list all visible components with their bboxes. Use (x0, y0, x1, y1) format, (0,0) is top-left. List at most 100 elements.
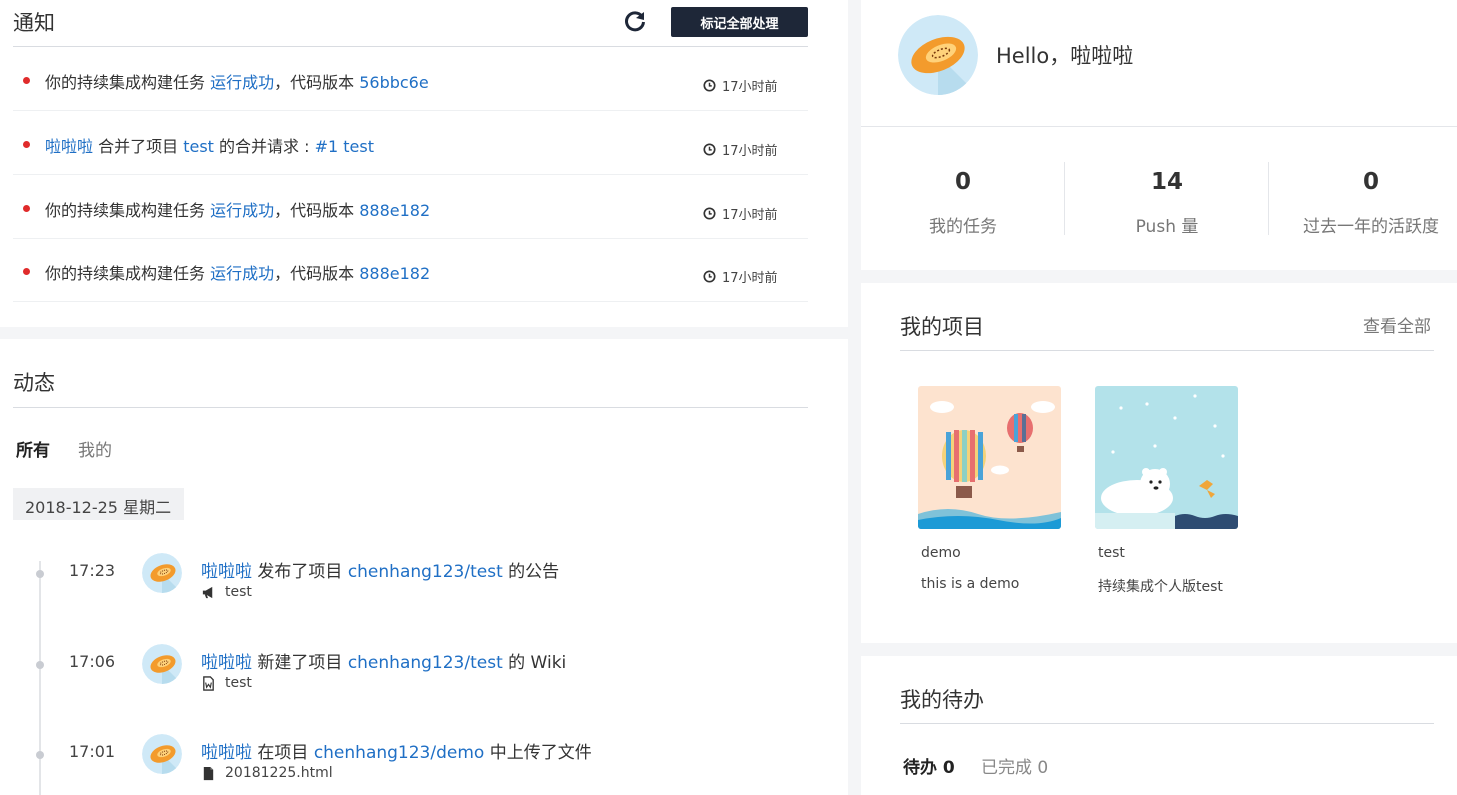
projects-panel: 我的项目 查看全部 demo this is a demo test 持续集成个… (861, 283, 1457, 643)
activity-suffix: 的 Wiki (502, 653, 567, 673)
notification-time: 17小时前 (703, 140, 778, 159)
stat-tasks[interactable]: 0 我的任务 (861, 127, 1065, 270)
balloon-illustration-icon (918, 386, 1061, 529)
notification-item[interactable]: 你的持续集成构建任务 运行成功，代码版本 888e182 17小时前 (13, 238, 808, 302)
clock-icon (703, 270, 716, 283)
polar-bear-illustration-icon (1095, 386, 1238, 529)
avatar[interactable] (142, 553, 182, 593)
project-name: demo (921, 545, 961, 561)
build-status-link[interactable]: 运行成功 (210, 73, 274, 92)
merge-request-link[interactable]: #1 test (315, 137, 374, 156)
project-thumbnail (1095, 386, 1238, 529)
stat-value: 0 (1362, 169, 1379, 195)
notification-time-text: 17小时前 (722, 208, 778, 223)
activity-detail-text: test (225, 584, 252, 600)
activity-detail-text: 20181225.html (225, 765, 333, 781)
stat-label: Push 量 (1135, 217, 1199, 237)
project-link[interactable]: chenhang123/test (348, 562, 503, 582)
commit-link[interactable]: 56bbc6e (359, 73, 429, 92)
notification-item[interactable]: 你的持续集成构建任务 运行成功，代码版本 888e182 17小时前 (13, 175, 808, 239)
user-link[interactable]: 啦啦啦 (45, 137, 93, 156)
user-link[interactable]: 啦啦啦 (201, 743, 252, 763)
commit-link[interactable]: 888e182 (359, 201, 430, 220)
unread-dot (23, 268, 30, 275)
project-link[interactable]: chenhang123/demo (314, 743, 485, 763)
greeting: Hello，啦啦啦 (996, 44, 1134, 68)
refresh-icon[interactable] (622, 8, 648, 34)
project-description: this is a demo (921, 576, 1020, 592)
avatar[interactable] (898, 15, 978, 95)
activity-action: 新建了项目 (252, 653, 348, 673)
profile-panel: Hello，啦啦啦 (861, 0, 1457, 127)
notification-text: 你的持续集成构建任务 运行成功，代码版本 888e182 (45, 260, 430, 284)
activity-text: 啦啦啦 发布了项目 chenhang123/test 的公告 (201, 557, 559, 582)
activity-time: 17:23 (69, 561, 116, 580)
activity-suffix: 中上传了文件 (484, 743, 592, 763)
unread-dot (23, 141, 30, 148)
notification-time-text: 17小时前 (722, 271, 778, 286)
activity-item: 17:01 啦啦啦 在项目 chenhang123/demo 中上传了文件 20… (0, 734, 848, 795)
view-all-link[interactable]: 查看全部 (1363, 312, 1431, 337)
tab-mine[interactable]: 我的 (78, 436, 112, 461)
stat-value: 14 (1150, 169, 1183, 195)
notification-mid: ，代码版本 (274, 201, 360, 220)
notification-time: 17小时前 (703, 204, 778, 223)
project-thumbnail (918, 386, 1061, 529)
project-card-test[interactable]: test 持续集成个人版test (1095, 386, 1238, 606)
notification-item[interactable]: 啦啦啦 合并了项目 test 的合并请求 : #1 test 17小时前 (13, 111, 808, 175)
notification-item[interactable]: 你的持续集成构建任务 运行成功，代码版本 56bbc6e 17小时前 (13, 47, 808, 111)
commit-link[interactable]: 888e182 (359, 264, 430, 283)
project-link[interactable]: chenhang123/test (348, 653, 503, 673)
unread-dot (23, 205, 30, 212)
mark-all-read-button[interactable]: 标记全部处理 (671, 7, 808, 37)
activity-suffix: 的公告 (502, 562, 560, 582)
stat-activity[interactable]: 0 过去一年的活跃度 (1269, 127, 1457, 270)
activity-item: 17:23 啦啦啦 发布了项目 chenhang123/test 的公告 tes… (0, 553, 848, 623)
avatar[interactable] (142, 734, 182, 774)
notification-time: 17小时前 (703, 267, 778, 286)
notification-time: 17小时前 (703, 76, 778, 95)
tab-pending[interactable]: 待办 0 (903, 753, 955, 778)
megaphone-icon (202, 586, 213, 598)
todo-title: 我的待办 (900, 688, 984, 712)
notification-text: 你的持续集成构建任务 运行成功，代码版本 56bbc6e (45, 69, 429, 93)
tab-completed[interactable]: 已完成 0 (981, 753, 1048, 778)
activity-action: 在项目 (252, 743, 314, 763)
activity-action: 发布了项目 (252, 562, 348, 582)
notification-prefix: 合并了项目 (93, 137, 184, 156)
tab-all[interactable]: 所有 (16, 436, 50, 461)
user-link[interactable]: 啦啦啦 (201, 653, 252, 673)
activity-time: 17:01 (69, 742, 116, 761)
stats-panel: 0 我的任务 14 Push 量 0 过去一年的活跃度 (861, 127, 1457, 270)
notification-mid: ，代码版本 (274, 73, 360, 92)
divider (13, 407, 808, 408)
stat-label: 我的任务 (929, 217, 997, 237)
activity-detail-text: test (225, 675, 252, 691)
project-name: test (1098, 545, 1125, 561)
divider (900, 350, 1434, 351)
activity-time: 17:06 (69, 652, 116, 671)
activity-text: 啦啦啦 新建了项目 chenhang123/test 的 Wiki (201, 648, 566, 673)
unread-dot (23, 77, 30, 84)
stat-push[interactable]: 14 Push 量 (1065, 127, 1269, 270)
project-link[interactable]: test (183, 137, 214, 156)
avatar[interactable] (142, 644, 182, 684)
clock-icon (703, 143, 716, 156)
activity-title: 动态 (13, 371, 55, 395)
user-link[interactable]: 啦啦啦 (201, 562, 252, 582)
activity-panel: 动态 所有 我的 2018-12-25 星期二 17:23 啦啦啦 发布了项目 … (0, 339, 848, 795)
activity-item: 17:06 啦啦啦 新建了项目 chenhang123/test 的 Wiki … (0, 644, 848, 714)
todo-panel: 我的待办 待办 0 已完成 0 (861, 656, 1457, 795)
stat-value: 0 (954, 169, 971, 195)
project-card-demo[interactable]: demo this is a demo (918, 386, 1061, 606)
clock-icon (703, 207, 716, 220)
timeline-dot (36, 751, 44, 759)
activity-text: 啦啦啦 在项目 chenhang123/demo 中上传了文件 (201, 738, 592, 763)
notification-prefix: 你的持续集成构建任务 (45, 73, 211, 92)
activity-detail: 20181225.html (201, 765, 333, 781)
wiki-file-icon (203, 675, 214, 691)
build-status-link[interactable]: 运行成功 (210, 201, 274, 220)
activity-detail: test (201, 584, 252, 600)
build-status-link[interactable]: 运行成功 (210, 264, 274, 283)
project-description: 持续集成个人版test (1098, 579, 1223, 595)
